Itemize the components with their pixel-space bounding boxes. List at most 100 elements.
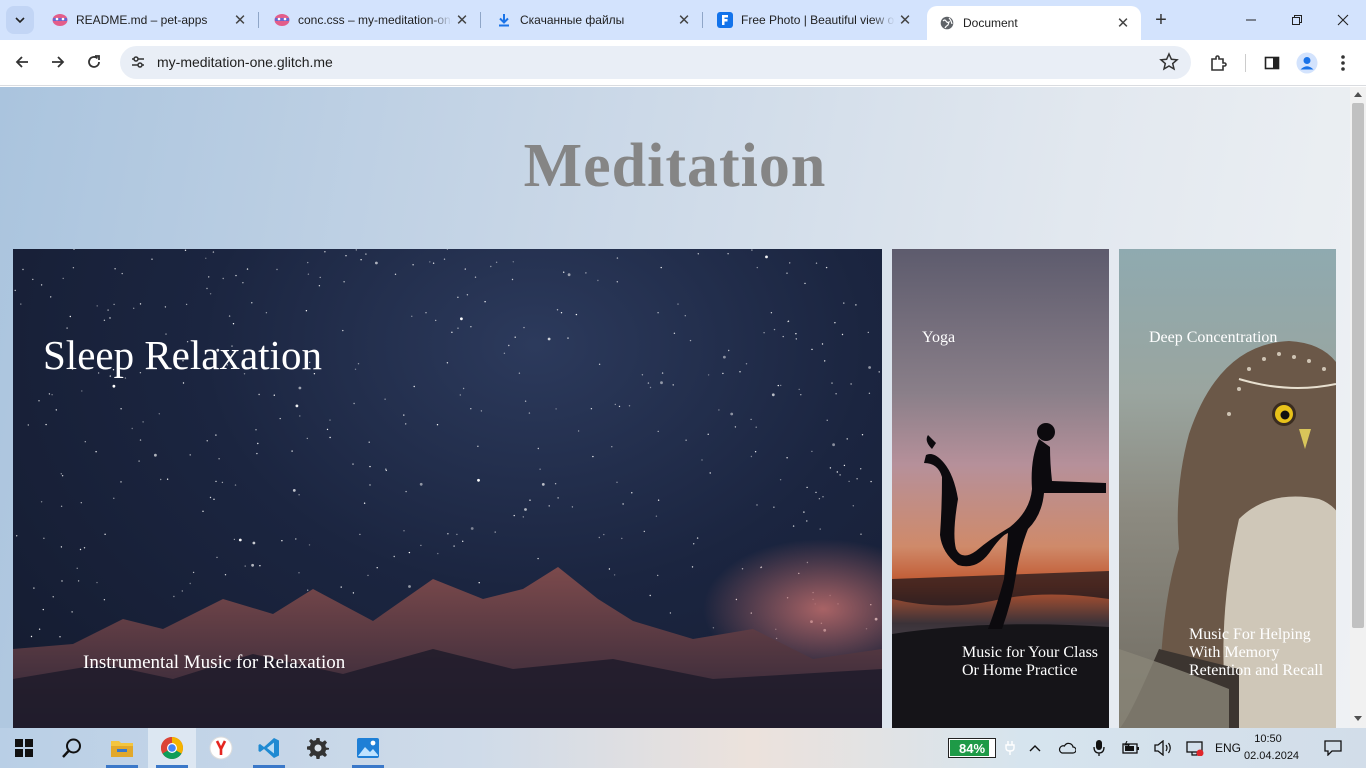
star [575, 313, 578, 316]
language-indicator[interactable]: ENG [1210, 728, 1246, 768]
star [474, 276, 477, 278]
page-scrollbar[interactable] [1350, 87, 1366, 728]
onedrive-icon[interactable] [1056, 728, 1078, 768]
card-sleep-relaxation[interactable]: Sleep Relaxation Instrumental Music for … [13, 249, 882, 728]
taskbar-app-chrome[interactable] [148, 728, 196, 768]
star [61, 580, 63, 582]
notifications-button[interactable] [1318, 728, 1348, 768]
close-icon[interactable]: ✕ [895, 10, 915, 30]
star [307, 261, 309, 264]
star [32, 278, 34, 281]
star [457, 296, 459, 298]
search-button[interactable] [48, 728, 96, 768]
star [50, 296, 52, 298]
tab-readme[interactable]: README.md – pet-apps ✕ [40, 6, 258, 34]
battery-meter[interactable]: 84% [948, 738, 996, 758]
star [792, 525, 795, 527]
star [529, 499, 531, 501]
close-window-button[interactable] [1320, 0, 1366, 40]
bookmark-star-icon[interactable] [1159, 52, 1179, 72]
close-icon[interactable]: ✕ [1113, 13, 1133, 33]
folder-icon [111, 741, 133, 757]
minimize-button[interactable] [1228, 0, 1274, 40]
gear-icon [307, 738, 329, 759]
side-panel-button[interactable] [1261, 52, 1283, 74]
star [233, 538, 236, 541]
star [42, 608, 44, 611]
tab-conc-css[interactable]: conc.css – my-meditation-one ✕ [262, 6, 480, 34]
star [209, 293, 212, 295]
star [45, 423, 47, 426]
windows-taskbar: 84% ENG 10:50 02.04.2024 [0, 728, 1366, 768]
star [189, 582, 191, 585]
star [352, 592, 355, 594]
scrollbar-thumb[interactable] [1352, 103, 1364, 628]
star [608, 568, 611, 570]
star [628, 405, 631, 407]
reload-button[interactable] [80, 48, 108, 76]
star [257, 442, 259, 445]
star [52, 596, 54, 598]
star [669, 612, 672, 614]
taskbar-app-vscode[interactable] [245, 728, 293, 768]
close-icon[interactable]: ✕ [230, 10, 250, 30]
star [484, 301, 486, 303]
star [786, 457, 788, 459]
star [723, 355, 726, 359]
back-button[interactable] [8, 48, 36, 76]
star [306, 437, 308, 440]
extensions-button[interactable] [1207, 52, 1229, 74]
forward-button[interactable] [44, 48, 72, 76]
star [411, 315, 413, 317]
star [403, 530, 405, 532]
profile-button[interactable] [1296, 52, 1318, 74]
taskbar-app-photos[interactable] [344, 728, 392, 768]
minimize-icon [1246, 19, 1256, 21]
start-button[interactable] [0, 728, 48, 768]
taskbar-app-explorer[interactable] [98, 728, 146, 768]
taskbar-app-yandex[interactable] [197, 728, 245, 768]
show-hidden-icons-button[interactable] [1024, 728, 1046, 768]
star [360, 259, 362, 261]
star [319, 276, 321, 279]
taskbar-app-settings[interactable] [294, 728, 342, 768]
star [457, 327, 459, 329]
star [598, 363, 601, 365]
microphone-icon[interactable] [1088, 728, 1110, 768]
close-icon[interactable]: ✕ [452, 10, 472, 30]
star [836, 471, 838, 473]
star [59, 636, 61, 638]
scroll-down-arrow-icon[interactable] [1354, 716, 1362, 721]
site-settings-icon[interactable] [130, 54, 146, 70]
card-subtitle: Music For Helping With Memory Retention … [1189, 626, 1324, 679]
star [375, 261, 378, 265]
close-icon[interactable]: ✕ [674, 10, 694, 30]
star [868, 366, 871, 369]
new-tab-button[interactable]: + [1150, 9, 1172, 31]
star [403, 414, 405, 416]
tab-search-button[interactable] [6, 6, 34, 34]
star [14, 289, 16, 292]
address-bar[interactable]: my-meditation-one.glitch.me [120, 46, 1191, 79]
battery-status-icon[interactable] [1120, 728, 1142, 768]
system-clock[interactable]: 10:50 02.04.2024 [1244, 731, 1299, 765]
star [30, 635, 33, 638]
card-deep-concentration[interactable]: Deep Concentration Music For Helping Wit… [1119, 249, 1336, 728]
star [447, 533, 449, 535]
star [69, 315, 71, 318]
star [40, 501, 43, 503]
scroll-up-arrow-icon[interactable] [1354, 92, 1362, 97]
volume-icon[interactable] [1152, 728, 1174, 768]
star [554, 483, 557, 485]
star [685, 439, 687, 441]
tab-freepik[interactable]: Free Photo | Beautiful view of ... ✕ [705, 6, 923, 34]
card-yoga[interactable]: Yoga Music for Your Class Or Home Practi… [892, 249, 1109, 728]
restore-button[interactable] [1274, 0, 1320, 40]
tab-downloads[interactable]: Скачанные файлы ✕ [484, 6, 702, 34]
tab-document[interactable]: Document ✕ [927, 6, 1141, 40]
reload-icon [88, 55, 100, 68]
star [755, 426, 757, 428]
network-icon[interactable] [1184, 728, 1206, 768]
menu-button[interactable] [1332, 52, 1354, 74]
star [739, 371, 741, 373]
